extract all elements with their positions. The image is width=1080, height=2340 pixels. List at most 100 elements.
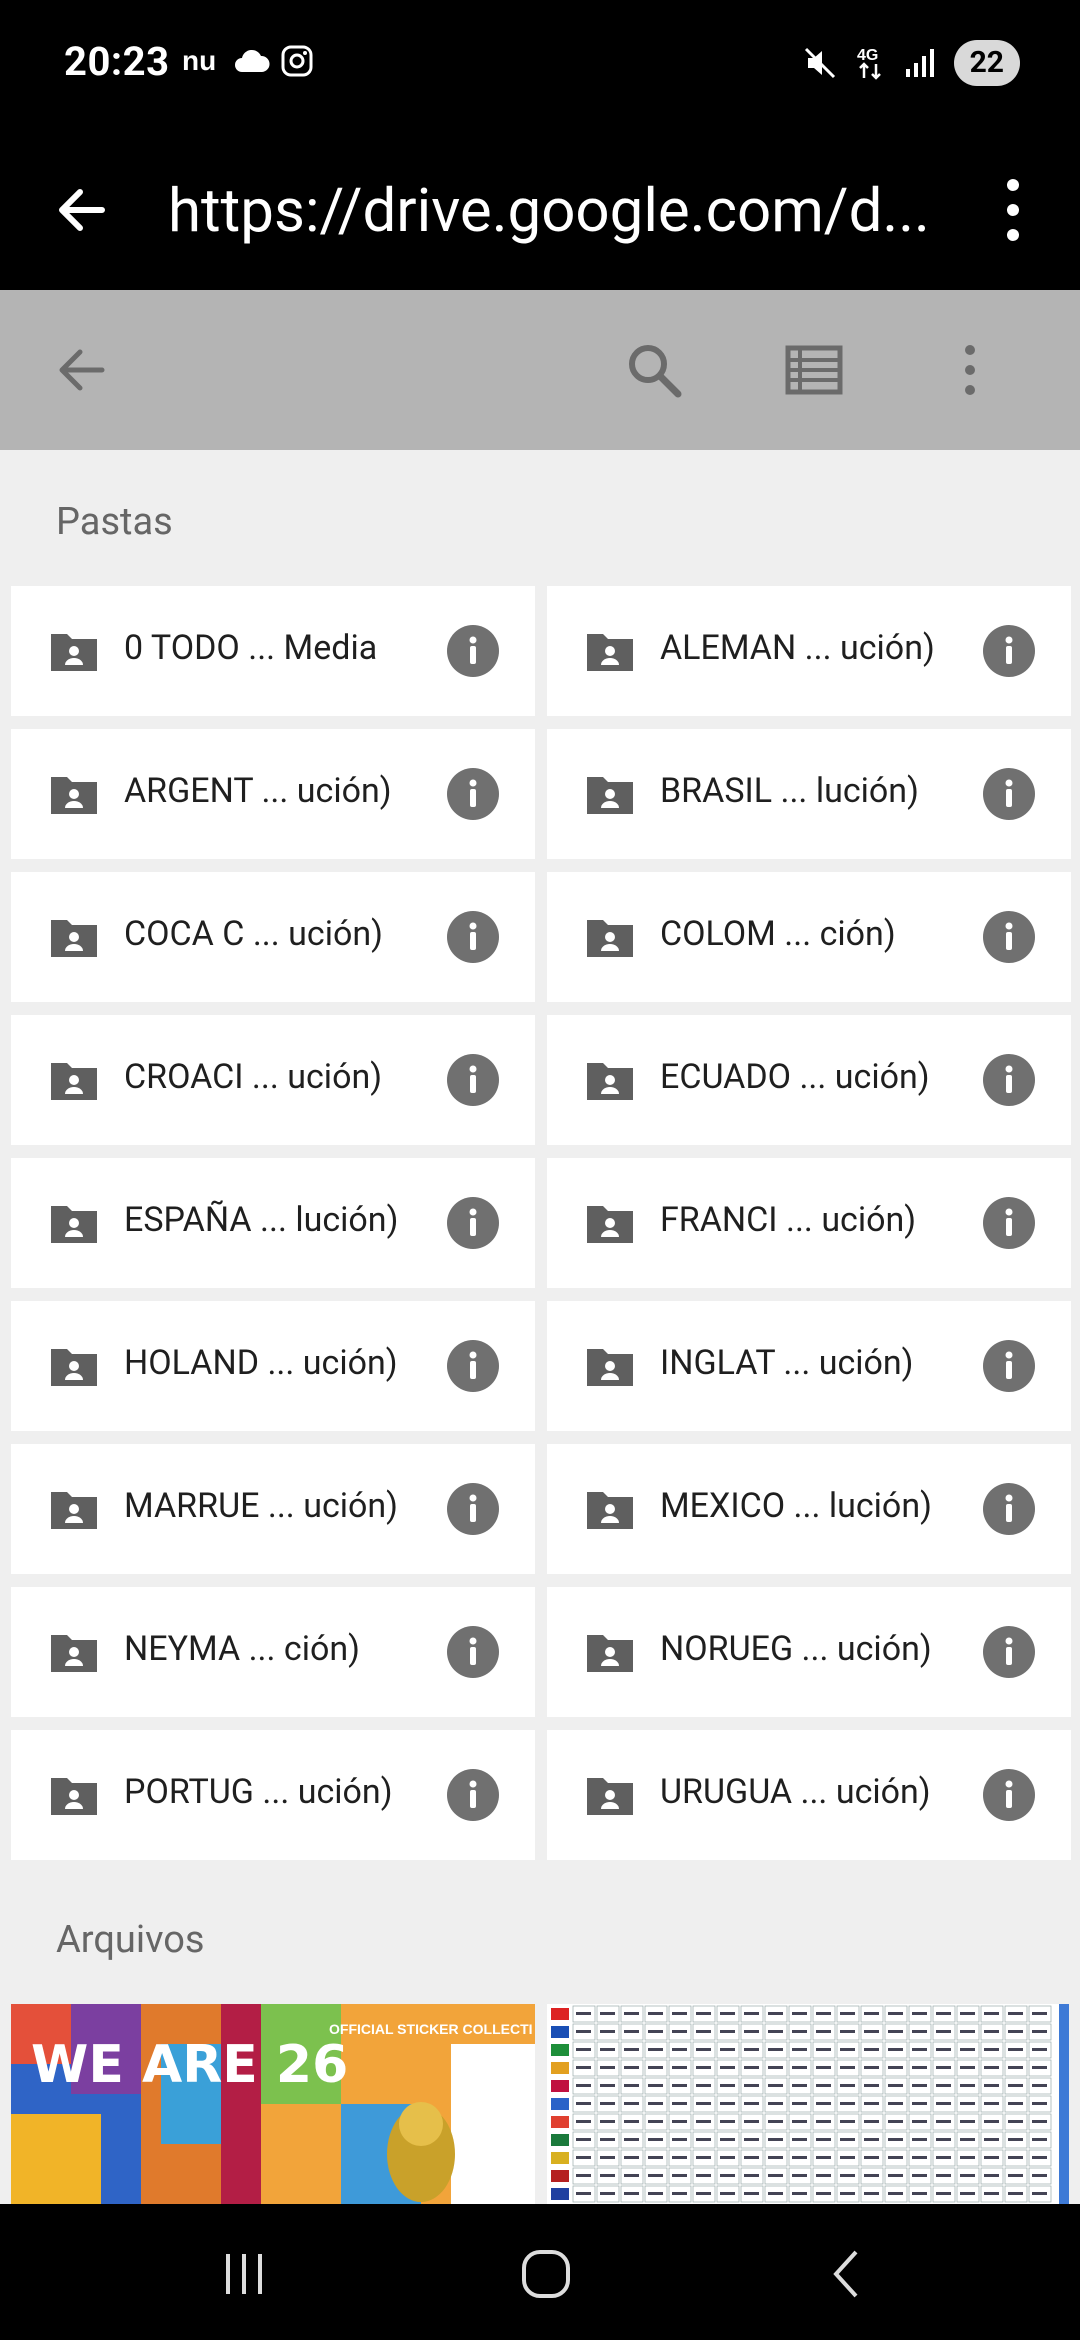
folder-card[interactable]: BRASIL ... lución): [547, 729, 1071, 859]
file-thumbnail-checklist[interactable]: [547, 2004, 1069, 2204]
folder-name: INGLAT ... ución): [660, 1343, 914, 1383]
search-icon[interactable]: [622, 338, 686, 402]
shared-folder-icon: [583, 624, 637, 678]
section-title-folders: Pastas: [56, 500, 173, 544]
shared-folder-icon: [47, 910, 101, 964]
info-icon[interactable]: [447, 1054, 499, 1106]
shared-folder-icon: [583, 1768, 637, 1822]
shared-folder-icon: [47, 1053, 101, 1107]
url-field[interactable]: https://drive.google.com/d...: [168, 175, 948, 247]
info-icon[interactable]: [447, 1626, 499, 1678]
folder-card[interactable]: ALEMAN ... ución): [547, 586, 1071, 716]
folder-card[interactable]: INGLAT ... ución): [547, 1301, 1071, 1431]
info-icon[interactable]: [447, 1197, 499, 1249]
folder-name: PORTUG ... ución): [124, 1772, 393, 1812]
folder-card[interactable]: 0 TODO ... Media: [11, 586, 535, 716]
folder-name: NEYMA ... ción): [124, 1629, 360, 1669]
folder-card[interactable]: COLOM ... ción): [547, 872, 1071, 1002]
status-bar: 20:23 nu 4G 22: [0, 0, 1080, 130]
shared-folder-icon: [583, 910, 637, 964]
shared-folder-icon: [583, 1196, 637, 1250]
folder-name: COLOM ... ción): [660, 914, 896, 954]
folder-grid: 0 TODO ... Media ALEMAN ... ución) ARGENT …: [11, 586, 1071, 1860]
folder-card[interactable]: COCA C ... ución): [11, 872, 535, 1002]
folder-card[interactable]: MEXICO ... lución): [547, 1444, 1071, 1574]
info-icon[interactable]: [447, 1483, 499, 1535]
folder-name: NORUEG ... ución): [660, 1629, 932, 1669]
info-icon[interactable]: [983, 1054, 1035, 1106]
folder-card[interactable]: CROACI ... ución): [11, 1015, 535, 1145]
nu-app-icon: nu: [182, 46, 216, 76]
folder-card[interactable]: ESPAÑA ... lución): [11, 1158, 535, 1288]
back-arrow-icon[interactable]: [50, 178, 114, 242]
info-icon[interactable]: [983, 768, 1035, 820]
instagram-icon: [281, 45, 313, 77]
folder-card[interactable]: URUGUA ... ución): [547, 1730, 1071, 1860]
info-icon[interactable]: [447, 1340, 499, 1392]
info-icon[interactable]: [983, 625, 1035, 677]
cloud-icon: [235, 49, 270, 72]
folder-name: CROACI ... ución): [124, 1057, 383, 1097]
shared-folder-icon: [47, 624, 101, 678]
shared-folder-icon: [47, 767, 101, 821]
folder-card[interactable]: FRANCI ... ución): [547, 1158, 1071, 1288]
folder-card[interactable]: ECUADO ... ución): [547, 1015, 1071, 1145]
shared-folder-icon: [583, 1625, 637, 1679]
thumb-text-we: WE ARE 26: [31, 2035, 348, 2095]
folder-name: ESPAÑA ... lución): [124, 1200, 399, 1240]
info-icon[interactable]: [447, 911, 499, 963]
folder-name: COCA C ... ución): [124, 914, 383, 954]
folder-card[interactable]: PORTUG ... ución): [11, 1730, 535, 1860]
info-icon[interactable]: [447, 768, 499, 820]
folder-name: URUGUA ... ución): [660, 1772, 931, 1812]
mute-icon: [804, 47, 835, 79]
folder-card[interactable]: NEYMA ... ción): [11, 1587, 535, 1717]
system-nav-bar: [0, 2204, 1080, 2340]
signal-icon: [905, 49, 934, 77]
shared-folder-icon: [47, 1625, 101, 1679]
shared-folder-icon: [583, 1339, 637, 1393]
drive-app-bar: [0, 290, 1080, 450]
folder-card[interactable]: HOLAND ... ución): [11, 1301, 535, 1431]
svg-text:4G: 4G: [857, 47, 878, 64]
info-icon[interactable]: [983, 1483, 1035, 1535]
shared-folder-icon: [583, 1053, 637, 1107]
info-icon[interactable]: [983, 911, 1035, 963]
more-vert-icon[interactable]: [938, 338, 1002, 402]
info-icon[interactable]: [983, 1197, 1035, 1249]
folder-name: ECUADO ... ución): [660, 1057, 930, 1097]
list-view-icon[interactable]: [782, 338, 846, 402]
folder-name: ARGENT ... ución): [124, 771, 392, 811]
info-icon[interactable]: [447, 1769, 499, 1821]
battery-indicator: 22: [953, 40, 1020, 86]
home-icon[interactable]: [516, 2244, 576, 2304]
shared-folder-icon: [583, 1482, 637, 1536]
more-vert-icon[interactable]: [978, 168, 1048, 252]
folder-name: BRASIL ... lución): [660, 771, 919, 811]
file-thumbnail-we-are-26[interactable]: WE ARE 26 OFFICIAL STICKER COLLECTI: [11, 2004, 535, 2204]
4g-icon: 4G: [857, 47, 881, 80]
browser-toolbar: https://drive.google.com/d...: [0, 130, 1080, 290]
folder-name: ALEMAN ... ución): [660, 628, 935, 668]
info-icon[interactable]: [447, 625, 499, 677]
folder-card[interactable]: ARGENT ... ución): [11, 729, 535, 859]
thumb-text-official: OFFICIAL STICKER COLLECTI: [329, 2021, 533, 2037]
recent-apps-icon[interactable]: [214, 2244, 274, 2304]
status-notification-icons: nu: [182, 44, 314, 78]
nav-back-icon[interactable]: [818, 2244, 878, 2304]
shared-folder-icon: [47, 1768, 101, 1822]
svg-text:nu: nu: [182, 46, 216, 76]
status-system-icons: 4G 22: [802, 40, 1020, 86]
folder-card[interactable]: MARRUE ... ución): [11, 1444, 535, 1574]
back-arrow-icon[interactable]: [50, 338, 114, 402]
info-icon[interactable]: [983, 1340, 1035, 1392]
section-title-files: Arquivos: [56, 1918, 205, 1962]
info-icon[interactable]: [983, 1626, 1035, 1678]
info-icon[interactable]: [983, 1769, 1035, 1821]
shared-folder-icon: [47, 1482, 101, 1536]
folder-card[interactable]: NORUEG ... ución): [547, 1587, 1071, 1717]
folder-name: HOLAND ... ución): [124, 1343, 398, 1383]
shared-folder-icon: [47, 1339, 101, 1393]
status-time: 20:23: [64, 38, 170, 85]
folder-name: MEXICO ... lución): [660, 1486, 932, 1526]
